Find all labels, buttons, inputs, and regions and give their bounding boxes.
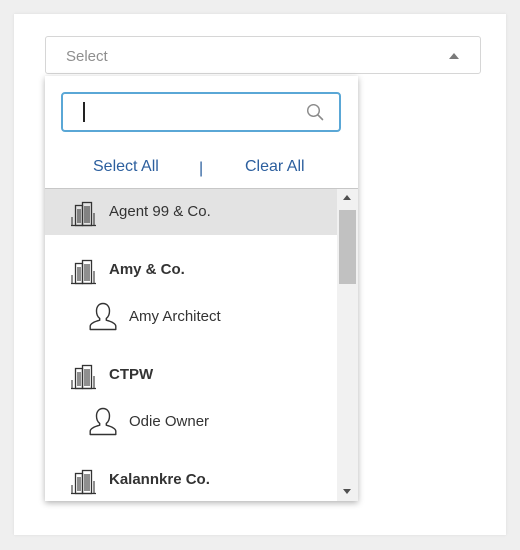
select-dropdown: Select All | Clear All Agent 99 & Co. Am…: [45, 76, 358, 501]
scroll-up-arrow-icon[interactable]: [343, 195, 351, 200]
list-item-kalannkre-co[interactable]: Kalannkre Co.: [45, 457, 337, 501]
select-all-link[interactable]: Select All: [93, 158, 159, 176]
search-box[interactable]: [61, 92, 341, 132]
caret-up-icon[interactable]: [449, 53, 459, 59]
clear-all-link[interactable]: Clear All: [245, 158, 305, 176]
user-icon: [89, 302, 117, 331]
options-list-area: Agent 99 & Co. Amy & Co. Amy Architect C…: [45, 188, 358, 501]
search-icon[interactable]: [306, 103, 324, 121]
scroll-down-arrow-icon[interactable]: [343, 489, 351, 494]
list-item-label: Amy Architect: [129, 308, 221, 325]
building-icon: [71, 364, 96, 390]
actions-separator: |: [199, 160, 204, 177]
building-icon: [71, 469, 96, 495]
list-item-label: Kalannkre Co.: [109, 471, 210, 488]
select-placeholder: Select: [66, 48, 108, 65]
list-item-odie-owner[interactable]: Odie Owner: [45, 399, 337, 445]
list-item-agent-99-co[interactable]: Agent 99 & Co.: [45, 189, 337, 235]
building-icon: [71, 259, 96, 285]
text-cursor: [83, 102, 85, 122]
search-input[interactable]: [63, 94, 311, 130]
list-item-label: Agent 99 & Co.: [109, 203, 211, 220]
bulk-actions: Select All | Clear All: [45, 156, 358, 180]
company-select[interactable]: Select: [45, 36, 481, 74]
list-item-amy-architect[interactable]: Amy Architect: [45, 294, 337, 340]
building-icon: [71, 201, 96, 227]
list-scrollbar[interactable]: [337, 189, 358, 501]
user-icon: [89, 407, 117, 436]
list-item-label: Odie Owner: [129, 413, 210, 430]
list-item-label: Amy & Co.: [109, 261, 185, 278]
list-item-ctpw[interactable]: CTPW: [45, 352, 337, 398]
list-item-label: CTPW: [109, 366, 154, 383]
scrollbar-thumb[interactable]: [339, 210, 356, 284]
list-item-amy-co[interactable]: Amy & Co.: [45, 247, 337, 293]
options-list: Agent 99 & Co. Amy & Co. Amy Architect C…: [45, 189, 337, 501]
